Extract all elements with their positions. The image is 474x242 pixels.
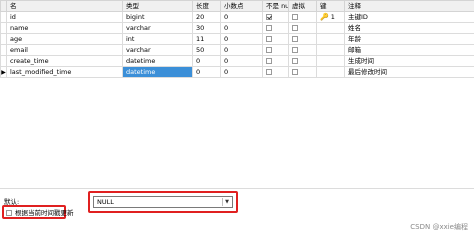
field-name-cell[interactable]: last_modified_time (6, 66, 123, 78)
field-virtual-cell[interactable] (288, 11, 317, 23)
field-not-null-cell[interactable] (262, 44, 289, 56)
field-not-null-cell[interactable] (262, 55, 289, 67)
field-length-cell[interactable]: 0 (192, 66, 221, 78)
header-row: 名 类型 长度 小数点 不是 null 虚拟 键 注释 (0, 0, 474, 12)
not-null-checkbox[interactable] (266, 57, 272, 64)
field-decimals-cell[interactable]: 0 (220, 33, 263, 45)
field-type-cell[interactable]: int (122, 33, 193, 45)
virtual-checkbox[interactable] (292, 35, 298, 42)
field-key-cell[interactable]: 🔑 1 (316, 11, 345, 23)
fields-table: 名 类型 长度 小数点 不是 null 虚拟 键 注释 idbigint200🔑… (0, 0, 474, 78)
default-value-text: NULL (97, 198, 114, 206)
field-key-cell[interactable] (316, 55, 345, 67)
watermark: CSDN @xxie编程 (410, 223, 468, 231)
field-type-cell[interactable]: datetime (122, 66, 193, 78)
field-virtual-cell[interactable] (288, 33, 317, 45)
field-decimals-cell[interactable]: 0 (220, 44, 263, 56)
column-header-length[interactable]: 长度 (192, 0, 221, 12)
field-type-cell[interactable]: varchar (122, 22, 193, 34)
update-on-timestamp-option[interactable]: 根据当前时间戳更新 (6, 209, 74, 217)
virtual-checkbox[interactable] (292, 57, 298, 64)
column-header-name[interactable]: 名 (6, 0, 123, 12)
table-row[interactable]: create_time datetime 0 0 生成时间 (0, 55, 474, 67)
not-null-checkbox[interactable] (266, 35, 272, 42)
field-decimals-cell[interactable]: 0 (220, 55, 263, 67)
field-length-cell[interactable]: 30 (192, 22, 221, 34)
column-header-virtual[interactable]: 虚拟 (288, 0, 317, 12)
default-value-select[interactable]: NULL ▼ (93, 196, 233, 208)
field-virtual-cell[interactable] (288, 66, 317, 78)
field-comment-cell[interactable]: 邮箱 (344, 44, 474, 56)
field-key-cell[interactable] (316, 22, 345, 34)
field-not-null-cell[interactable] (262, 66, 289, 78)
field-length-cell[interactable]: 0 (192, 55, 221, 67)
field-not-null-cell[interactable] (262, 22, 289, 34)
key-icon: 🔑 (320, 12, 329, 21)
table-row[interactable]: id bigint 20 0 🔑 1 主键ID (0, 11, 474, 23)
field-virtual-cell[interactable] (288, 22, 317, 34)
field-comment-cell[interactable]: 生成时间 (344, 55, 474, 67)
column-header-decimals[interactable]: 小数点 (220, 0, 263, 12)
table-row[interactable]: email varchar 50 0 邮箱 (0, 44, 474, 56)
column-header-type[interactable]: 类型 (122, 0, 193, 12)
row-indicator[interactable]: ▶ (0, 66, 7, 78)
table-row[interactable]: name varchar 30 0 姓名 (0, 22, 474, 34)
field-name-cell[interactable]: create_time (6, 55, 123, 67)
not-null-checkbox[interactable] (266, 24, 272, 31)
key-order: 1 (330, 12, 335, 21)
field-name-cell[interactable]: age (6, 33, 123, 45)
table-row[interactable]: age int 11 0 年龄 (0, 33, 474, 45)
field-decimals-cell[interactable]: 0 (220, 11, 263, 23)
panel-divider (0, 188, 474, 189)
field-comment-cell[interactable]: 姓名 (344, 22, 474, 34)
not-null-checkbox[interactable] (266, 13, 272, 20)
field-type-cell[interactable]: varchar (122, 44, 193, 56)
field-comment-cell[interactable]: 最后修改时间 (344, 66, 474, 78)
field-decimals-cell[interactable]: 0 (220, 66, 263, 78)
field-not-null-cell[interactable] (262, 33, 289, 45)
virtual-checkbox[interactable] (292, 68, 298, 75)
field-not-null-cell[interactable] (262, 11, 289, 23)
field-name-cell[interactable]: name (6, 22, 123, 34)
not-null-checkbox[interactable] (266, 46, 272, 53)
update-on-timestamp-label: 根据当前时间戳更新 (15, 209, 74, 217)
field-type-cell[interactable]: bigint (122, 11, 193, 23)
table-row[interactable]: ▶ last_modified_time datetime 0 0 最后修改时间 (0, 66, 474, 78)
field-length-cell[interactable]: 50 (192, 44, 221, 56)
field-comment-cell[interactable]: 主键ID (344, 11, 474, 23)
virtual-checkbox[interactable] (292, 46, 298, 53)
column-header-not-null[interactable]: 不是 null (262, 0, 289, 12)
chevron-down-icon[interactable]: ▼ (222, 198, 231, 206)
field-decimals-cell[interactable]: 0 (220, 22, 263, 34)
field-virtual-cell[interactable] (288, 55, 317, 67)
virtual-checkbox[interactable] (292, 24, 298, 31)
field-type-cell[interactable]: datetime (122, 55, 193, 67)
field-virtual-cell[interactable] (288, 44, 317, 56)
field-key-cell[interactable] (316, 66, 345, 78)
field-key-cell[interactable] (316, 33, 345, 45)
field-length-cell[interactable]: 20 (192, 11, 221, 23)
column-header-comment[interactable]: 注释 (344, 0, 474, 12)
column-header-key[interactable]: 键 (316, 0, 345, 12)
field-name-cell[interactable]: id (6, 11, 123, 23)
update-on-timestamp-checkbox[interactable] (6, 210, 12, 216)
field-name-cell[interactable]: email (6, 44, 123, 56)
not-null-checkbox[interactable] (266, 68, 272, 75)
field-key-cell[interactable] (316, 44, 345, 56)
virtual-checkbox[interactable] (292, 13, 298, 20)
field-comment-cell[interactable]: 年龄 (344, 33, 474, 45)
field-length-cell[interactable]: 11 (192, 33, 221, 45)
